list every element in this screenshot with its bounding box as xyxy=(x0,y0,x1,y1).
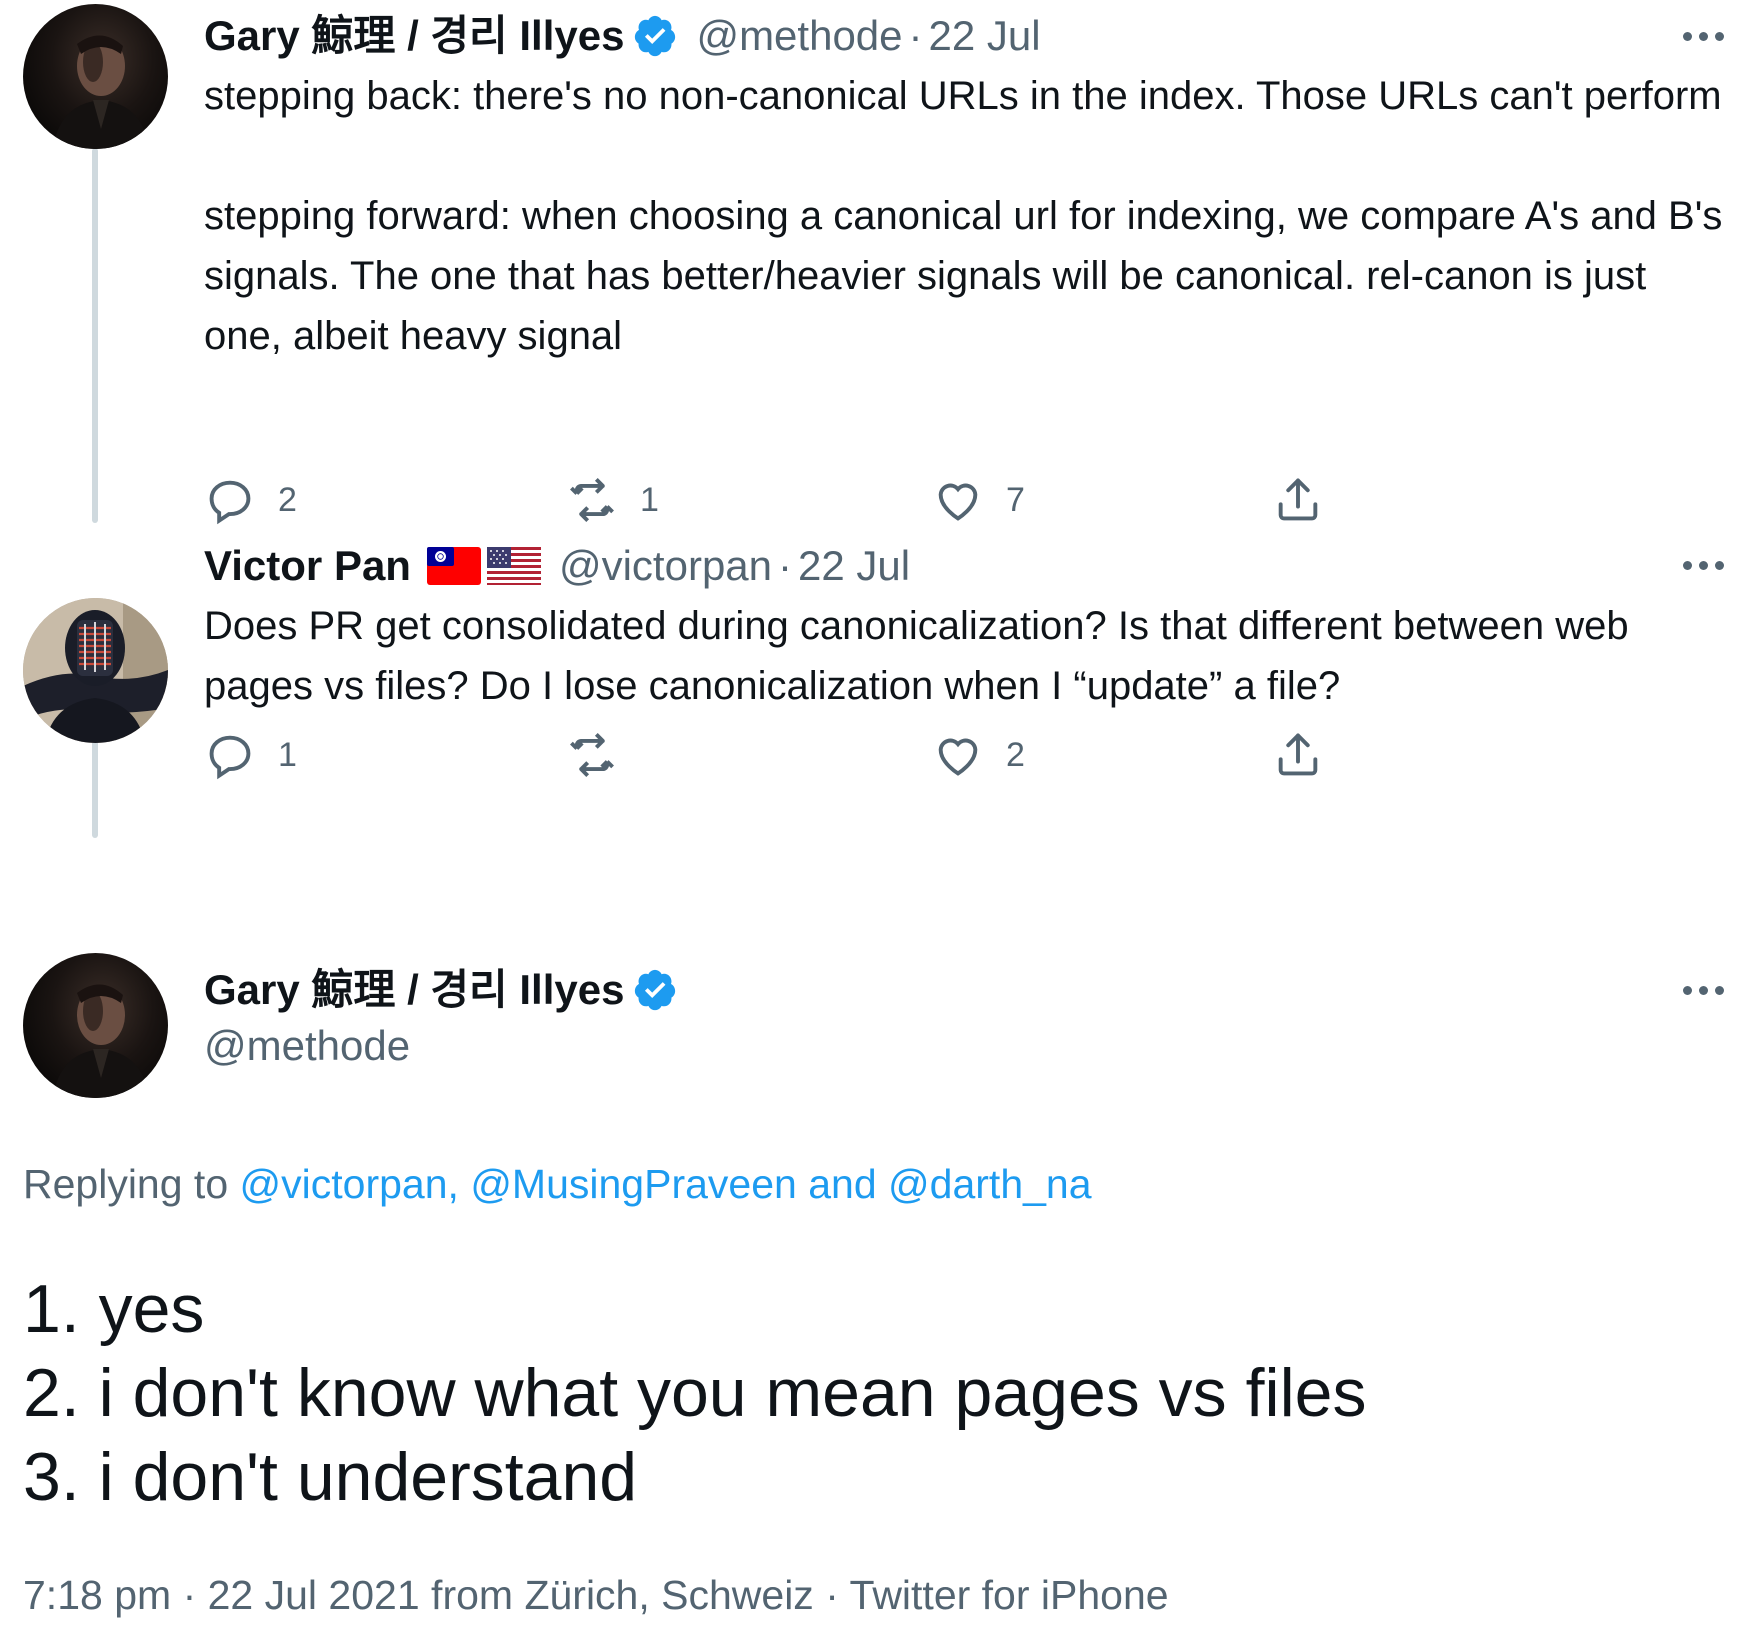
verified-badge-icon xyxy=(635,15,676,57)
tweet[interactable]: Gary 鯨理 / 경리 Illyes @methode · 22 Jul st… xyxy=(0,0,1750,525)
answer-line: 1. yes xyxy=(23,1271,205,1347)
more-options-icon[interactable] xyxy=(1678,26,1728,46)
retweet-icon xyxy=(570,733,614,777)
like-button[interactable]: 2 xyxy=(932,725,1025,785)
tweet-date[interactable]: 22 Jul xyxy=(929,10,1041,62)
like-count: 2 xyxy=(1006,735,1025,774)
separator-dot: · xyxy=(825,1572,839,1618)
tweet-header: Gary 鯨理 / 경리 Illyes xyxy=(204,964,678,1016)
tweet-location[interactable]: from Zürich, Schweiz xyxy=(431,1572,814,1618)
tweet-text: Does PR get consolidated during canonica… xyxy=(204,604,1640,708)
answer-line: 3. i don't understand xyxy=(23,1439,638,1515)
tweet-source[interactable]: Twitter for iPhone xyxy=(850,1572,1169,1618)
retweet-count: 1 xyxy=(640,480,659,519)
avatar-image xyxy=(23,598,168,743)
tweet-text: 1. yes 2. i don't know what you mean pag… xyxy=(23,1267,1367,1519)
like-icon xyxy=(938,738,978,776)
mention-link[interactable]: @darth_na xyxy=(888,1161,1091,1207)
more-options-icon[interactable] xyxy=(1678,980,1728,1000)
more-options-icon[interactable] xyxy=(1678,555,1728,575)
taiwan-flag-icon xyxy=(426,547,481,585)
display-name[interactable]: Victor Pan xyxy=(204,540,411,592)
mention-comma: , xyxy=(447,1161,459,1207)
tweet-text: stepping back: there's no non-canonical … xyxy=(204,74,1723,358)
user-handle[interactable]: @methode xyxy=(696,10,902,62)
tweet-header: Gary 鯨理 / 경리 Illyes @methode · 22 Jul xyxy=(204,10,1041,62)
reply-icon xyxy=(209,735,251,780)
reply-button[interactable]: 1 xyxy=(204,725,297,785)
separator-dot: · xyxy=(908,12,923,59)
display-name[interactable]: Gary 鯨理 / 경리 Illyes xyxy=(204,10,624,62)
reply-count: 2 xyxy=(278,480,297,519)
tweet[interactable]: Victor Pan @victorpan · 22 Jul Does PR g… xyxy=(0,520,1750,840)
like-count: 7 xyxy=(1006,480,1025,519)
avatar-image xyxy=(53,35,149,149)
separator-dot: · xyxy=(182,1572,197,1618)
reply-icon xyxy=(209,480,251,525)
avatar[interactable] xyxy=(23,953,168,1098)
mention-link[interactable]: @MusingPraveen xyxy=(470,1161,797,1207)
tweet-header: Victor Pan @victorpan · 22 Jul xyxy=(204,540,910,592)
tweet-date[interactable]: 22 Jul xyxy=(798,540,910,592)
share-icon xyxy=(1278,733,1318,776)
tweet-meta: 7:18 pm · 22 Jul 2021 from Zürich, Schwe… xyxy=(23,1565,1169,1625)
user-handle[interactable]: @victorpan xyxy=(559,540,772,592)
display-name[interactable]: Gary 鯨理 / 경리 Illyes xyxy=(204,964,624,1016)
tweet-actions: 1 2 xyxy=(204,725,1504,785)
retweet-button[interactable] xyxy=(566,725,640,785)
mention-link[interactable]: @victorpan xyxy=(240,1161,448,1207)
flag-emojis xyxy=(426,547,541,585)
share-button[interactable] xyxy=(1272,725,1324,785)
separator-dot: · xyxy=(778,542,793,589)
replying-to: Replying to @victorpan, @MusingPraveen a… xyxy=(23,1154,1092,1214)
handle-row: @methode xyxy=(204,1020,410,1072)
avatar[interactable] xyxy=(23,598,168,743)
like-icon xyxy=(938,483,978,521)
share-icon xyxy=(1278,478,1318,521)
replying-to-label: Replying to xyxy=(23,1161,240,1207)
verified-badge-icon xyxy=(635,969,676,1011)
focused-tweet: Gary 鯨理 / 경리 Illyes @methode Replying to… xyxy=(0,840,1750,1620)
tweet-full-date[interactable]: 22 Jul 2021 xyxy=(208,1572,420,1618)
mention-and: and xyxy=(808,1161,877,1207)
us-flag-icon xyxy=(486,547,541,585)
user-handle[interactable]: @methode xyxy=(204,1020,410,1072)
answer-line: 2. i don't know what you mean pages vs f… xyxy=(23,1355,1367,1431)
tweet-time[interactable]: 7:18 pm xyxy=(23,1572,171,1618)
avatar-image xyxy=(53,984,149,1098)
avatar[interactable] xyxy=(23,4,168,149)
retweet-icon xyxy=(570,478,614,522)
reply-count: 1 xyxy=(278,735,297,774)
